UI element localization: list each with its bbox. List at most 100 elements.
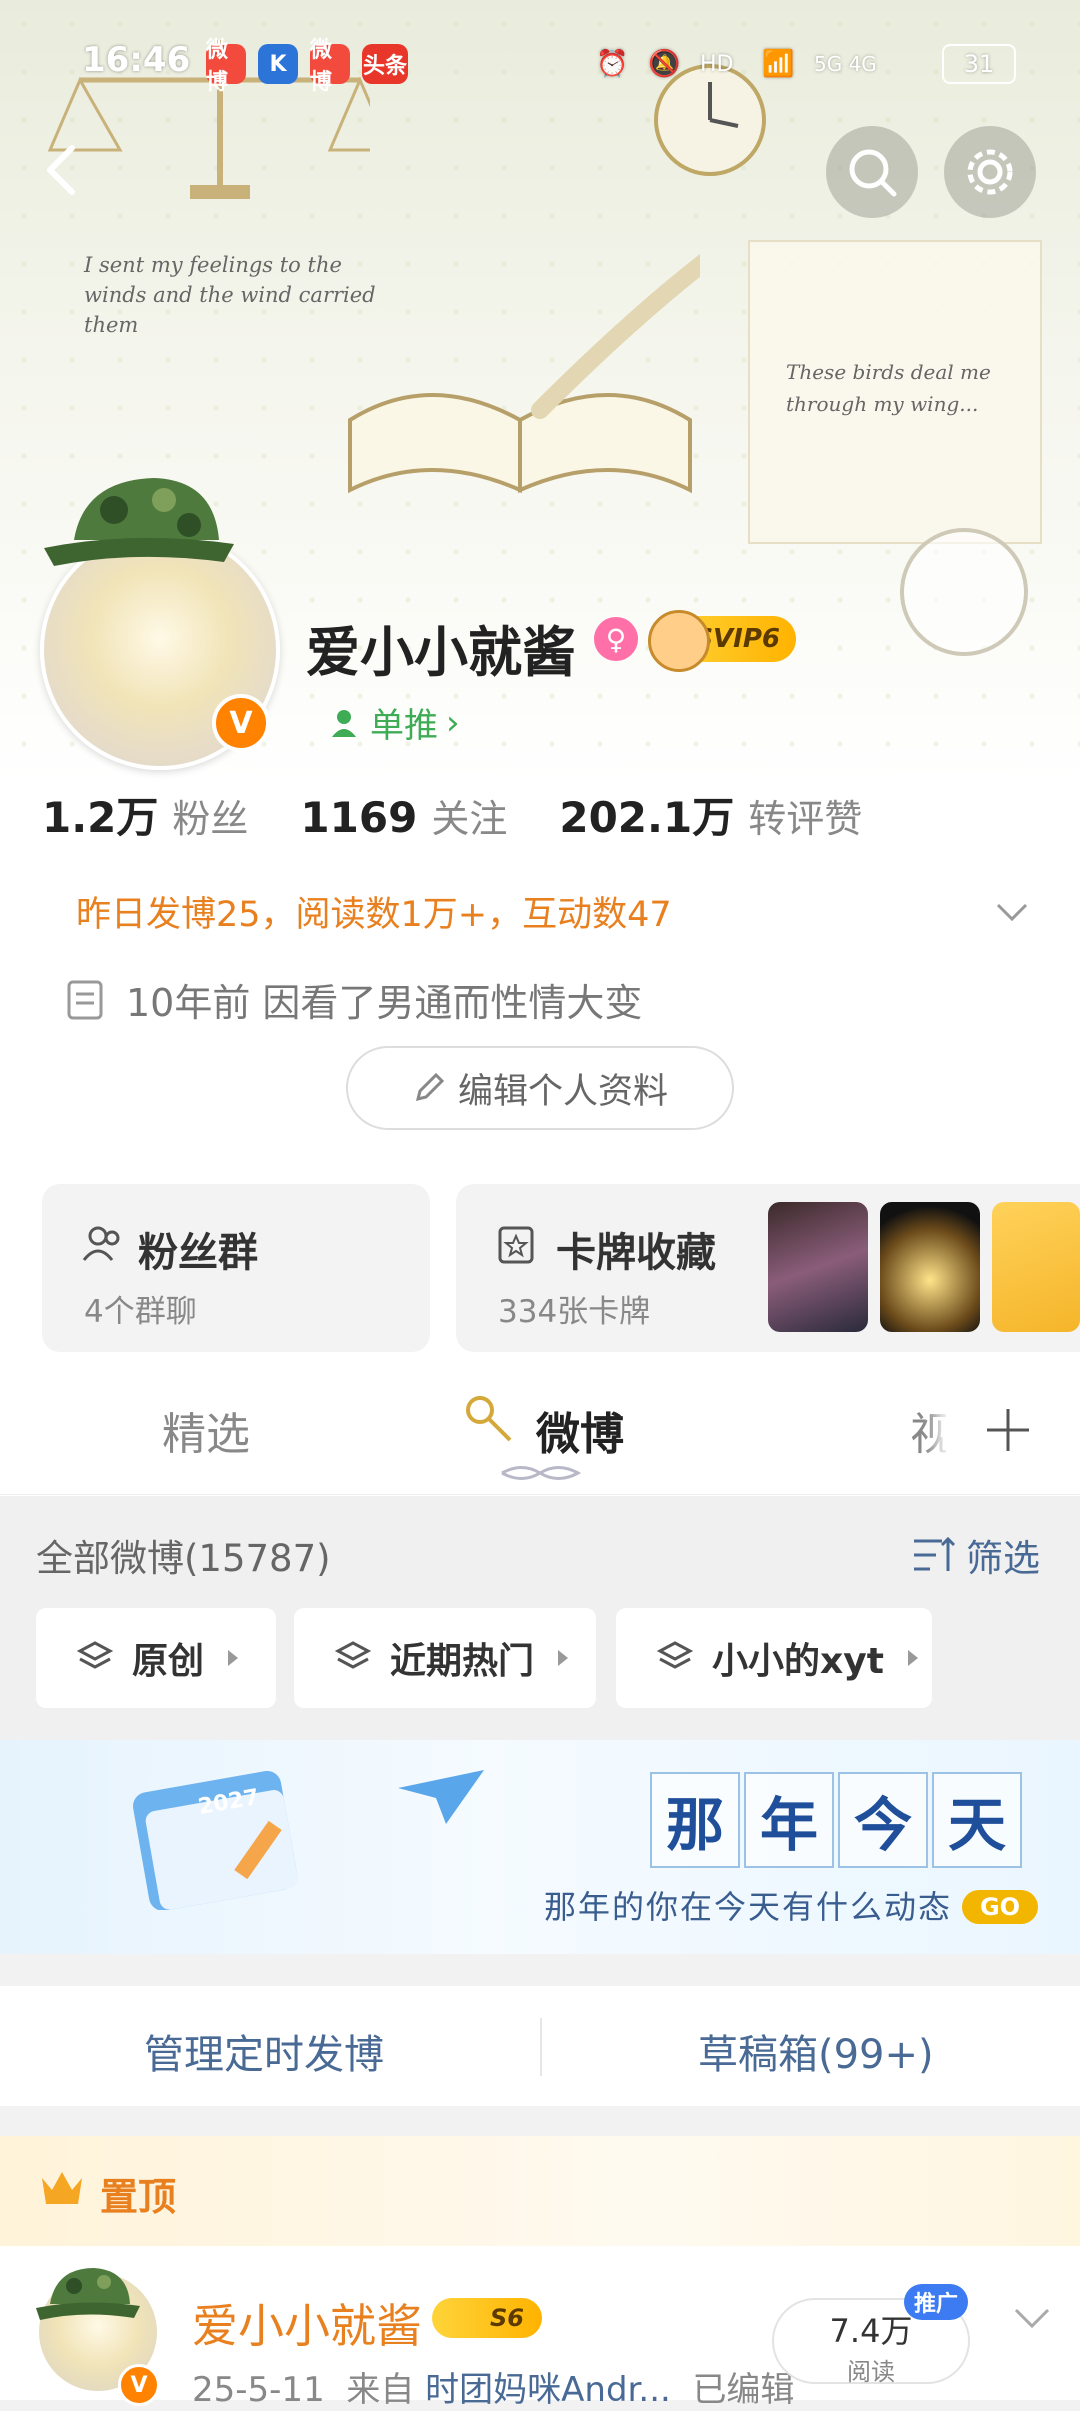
filter-icon: [914, 1536, 956, 1571]
gear-icon: [967, 149, 1013, 195]
chip-original[interactable]: 原创: [36, 1608, 276, 1708]
search-icon: [849, 149, 897, 197]
person-icon: [332, 709, 356, 737]
verified-badge: V: [212, 694, 270, 752]
drafts-button[interactable]: 草稿箱(99+): [698, 2022, 934, 2080]
art-caption-left: I sent my feelings to the winds and the …: [84, 253, 376, 337]
hd-icon: HD: [700, 51, 734, 77]
manage-row: 管理定时发博 草稿箱(99+): [0, 1986, 1080, 2106]
yesterday-summary[interactable]: 昨日发博25，阅读数1万+，互动数47: [76, 886, 672, 937]
battery-icon: 31: [942, 44, 1016, 84]
status-bar: 16:46 微博 K 微博 头条 ⏰ 🔕 HD 📶 5G 4G 31: [0, 0, 1080, 120]
fans-group-title: 粉丝群: [138, 1230, 258, 1276]
chip-custom[interactable]: 小小的xyt: [616, 1608, 932, 1708]
layers-icon: [76, 1641, 114, 1669]
chevron-right-icon: ›: [446, 702, 460, 743]
female-icon: ♀: [594, 617, 638, 661]
divider: [540, 2018, 542, 2076]
pinned-label: 置顶: [100, 2175, 177, 2219]
calendar-illustration: [133, 1770, 298, 1910]
followers-count[interactable]: 1.2万: [42, 784, 158, 845]
key-decoration-icon: [466, 1396, 512, 1442]
card-collection-title: 卡牌收藏: [556, 1230, 716, 1276]
chip-custom-label: 小小的xyt: [712, 1641, 884, 1682]
following-label[interactable]: 关注: [431, 788, 507, 843]
banner-char-2: 年: [744, 1772, 834, 1868]
open-book-illustration: [348, 253, 700, 494]
post-source-link[interactable]: 时团妈咪Andr...: [425, 2370, 671, 2410]
card-collection-subtitle: 334张卡牌: [498, 1294, 651, 1330]
banner-go-button[interactable]: GO: [962, 1890, 1038, 1924]
document-icon: [67, 980, 103, 1019]
following-count[interactable]: 1169: [300, 793, 417, 842]
weibo-app-icon-2: 微博: [310, 38, 350, 95]
post-date: 25-5-11: [192, 2370, 325, 2410]
back-button[interactable]: [34, 140, 94, 200]
card-icon: [498, 1226, 534, 1264]
settings-button[interactable]: [944, 126, 1036, 218]
crown-icon: [42, 2172, 82, 2204]
toutiao-app-icon: 头条: [362, 44, 408, 84]
layers-icon: [334, 1641, 372, 1669]
banner-char-4: 天: [932, 1772, 1022, 1868]
likes-label[interactable]: 转评赞: [748, 788, 862, 843]
reads-label: 阅读: [847, 2358, 895, 2386]
svip-avatar-icon: [648, 610, 710, 672]
chip-arrow-icon: [228, 1650, 239, 1666]
bio-text: 10年前 因看了男通而性情大变: [126, 981, 643, 1025]
wifi-icon: 📶: [762, 49, 795, 79]
mute-icon: 🔕: [648, 49, 681, 79]
edit-profile-label: 编辑个人资料: [457, 1071, 668, 1112]
fans-group-subtitle: 4个群聊: [84, 1294, 197, 1330]
k-app-icon: K: [258, 44, 298, 84]
chip-arrow-icon: [558, 1650, 569, 1666]
post-from-label: 来自: [346, 2370, 415, 2410]
filter-label: 筛选: [966, 1537, 1040, 1580]
bio-row: 10年前 因看了男通而性情大变: [66, 972, 642, 1027]
likes-count[interactable]: 202.1万: [559, 784, 734, 845]
post-menu-chevron-icon[interactable]: [1012, 2304, 1052, 2334]
paper-plane-icon: [398, 1770, 484, 1824]
alarm-icon: ⏰: [596, 49, 629, 79]
level-badge[interactable]: S6: [432, 2298, 542, 2338]
all-weibo-count: 全部微博(15787): [36, 1537, 331, 1580]
filter-button[interactable]: 筛选: [912, 1528, 1040, 1582]
camo-hat-decoration: [44, 478, 234, 566]
promote-badge[interactable]: 推广: [904, 2284, 968, 2320]
profile-stats: 1.2万 粉丝 1169 关注 202.1万 转评赞: [42, 784, 914, 845]
search-button[interactable]: [826, 126, 918, 218]
danrui-label: 单推: [370, 706, 438, 746]
cellular-signal-icon: 5G 4G: [814, 52, 877, 76]
add-tab-button[interactable]: [946, 1380, 1070, 1480]
svip-badge[interactable]: SVIP6: [648, 610, 796, 672]
profile-tabs: 精选 微博 视: [0, 1362, 1080, 1495]
chip-recent-hot[interactable]: 近期热门: [294, 1608, 596, 1708]
banner-char-1: 那: [650, 1772, 740, 1868]
banner-char-3: 今: [838, 1772, 928, 1868]
layers-icon: [656, 1641, 694, 1669]
danrui-link[interactable]: 单推 ›: [330, 698, 460, 747]
art-caption-right: These birds deal me through my wing...: [786, 360, 991, 416]
followers-label[interactable]: 粉丝: [172, 788, 248, 843]
chip-original-label: 原创: [132, 1641, 205, 1682]
tab-weibo[interactable]: 微博: [536, 1398, 624, 1462]
profile-name: 爱小小就酱: [306, 621, 576, 684]
pencil-icon: [415, 1072, 445, 1102]
tab-featured[interactable]: 精选: [162, 1398, 250, 1462]
post-meta: 25-5-11 来自 时团妈咪Andr... 已编辑: [192, 2362, 794, 2411]
chevron-down-icon[interactable]: [994, 894, 1030, 930]
post-author-name[interactable]: 爱小小就酱: [192, 2290, 422, 2356]
fans-group-card[interactable]: 粉丝群 4个群聊: [42, 1184, 430, 1352]
group-icon: [82, 1226, 120, 1261]
card-thumbnail-1[interactable]: [768, 1202, 868, 1332]
chip-arrow-icon: [907, 1650, 918, 1666]
card-thumbnail-2[interactable]: [880, 1202, 980, 1332]
tab-active-ornament: [501, 1466, 582, 1480]
edit-profile-button[interactable]: 编辑个人资料: [346, 1046, 734, 1130]
plus-icon: [987, 1409, 1029, 1451]
scheduled-posts-button[interactable]: 管理定时发博: [144, 2022, 384, 2080]
card-thumbnail-3[interactable]: [992, 1202, 1080, 1332]
weibo-app-icon: 微博: [206, 38, 246, 95]
camo-hat-decoration-small: [36, 2268, 140, 2320]
banner-subtitle: 那年的你在今天有什么动态: [544, 1888, 953, 1926]
